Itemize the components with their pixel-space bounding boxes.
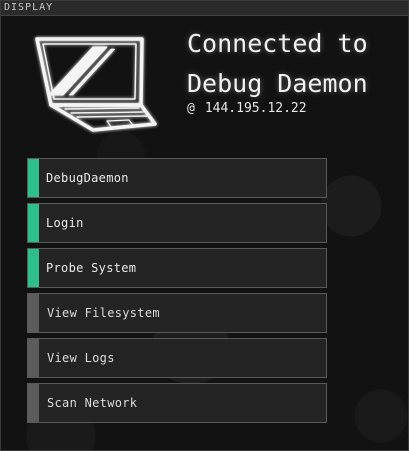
status-indicator-inactive — [28, 294, 39, 332]
menu-button-view-filesystem[interactable]: View Filesystem — [27, 293, 327, 333]
menu-button-label: Scan Network — [47, 396, 138, 410]
connection-title-line2: Debug Daemon — [187, 69, 368, 98]
menu-button-view-logs[interactable]: View Logs — [27, 338, 327, 378]
laptop-icon — [35, 37, 157, 132]
menu-button-debugdaemon[interactable]: DebugDaemon — [27, 158, 327, 198]
menu-button-label: View Filesystem — [47, 306, 160, 320]
menu-button-label: Login — [46, 216, 84, 230]
menu-button-probe-system[interactable]: Probe System — [27, 248, 327, 288]
window-titlebar[interactable]: DISPLAY — [1, 1, 408, 16]
menu-button-label: View Logs — [47, 351, 115, 365]
status-indicator-inactive — [28, 384, 39, 422]
menu-button-label: Probe System — [46, 261, 137, 275]
status-indicator-active — [28, 159, 39, 197]
display-content: Connected to Debug Daemon @144.195.12.22… — [1, 16, 408, 450]
display-window: DISPLAY Connected to Debug Daemon @ 144.… — [0, 0, 409, 451]
at-symbol: @ — [187, 101, 195, 116]
menu-button-label: DebugDaemon — [46, 171, 129, 185]
status-indicator-active — [28, 249, 39, 287]
ip-address: @144.195.12.22 — [187, 101, 307, 117]
ip-address-value: 144.195.12.22 — [204, 101, 307, 116]
menu-button-login[interactable]: Login — [27, 203, 327, 243]
window-title: DISPLAY — [4, 2, 54, 13]
connection-title-line1: Connected to — [187, 29, 368, 58]
status-indicator-active — [28, 204, 39, 242]
menu-button-scan-network[interactable]: Scan Network — [27, 383, 327, 423]
status-indicator-inactive — [28, 339, 39, 377]
